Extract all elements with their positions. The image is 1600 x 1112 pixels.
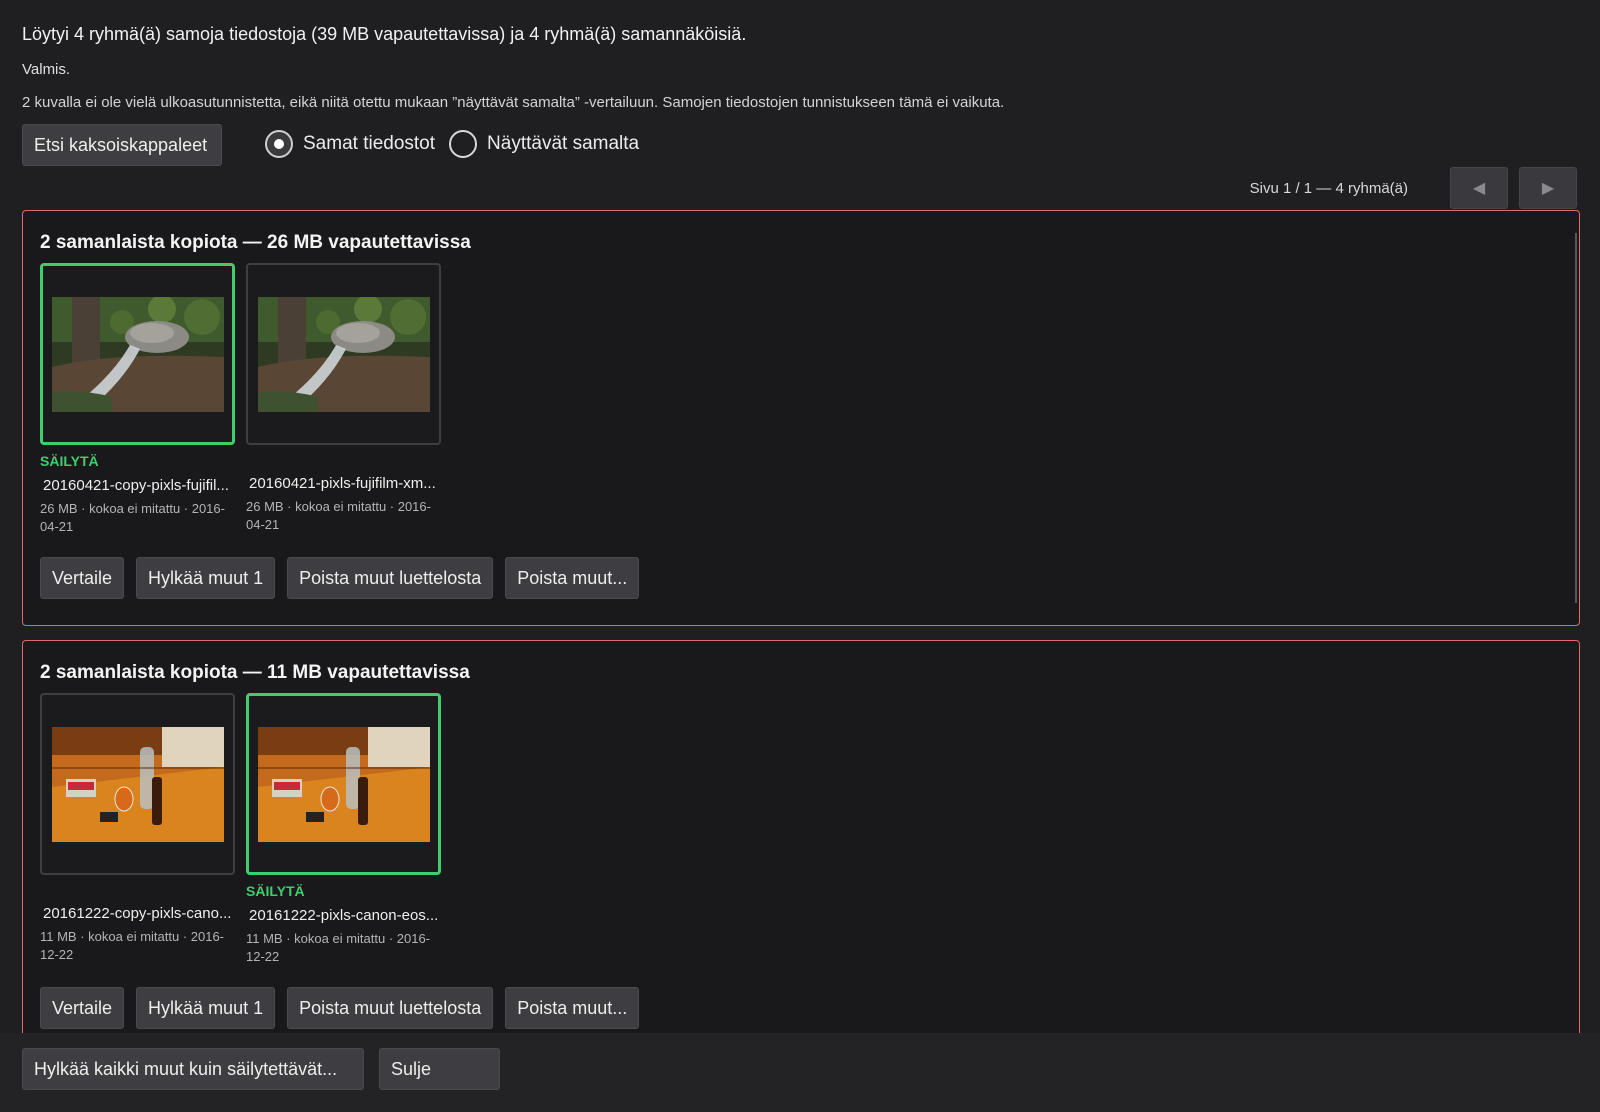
triangle-left-icon: ◀ xyxy=(1472,180,1486,197)
forest-waterfall-photo xyxy=(257,296,430,412)
file-card[interactable]: 20160421-pixls-fujifilm-xm... 26 MB · ko… xyxy=(246,263,441,534)
file-card[interactable]: SÄILYTÄ 20161222-pixls-canon-eos... 11 M… xyxy=(246,693,441,966)
group-actions: Vertaile Hylkää muut 1 Poista muut luett… xyxy=(40,987,640,1029)
reject-others-button[interactable]: Hylkää muut 1 xyxy=(136,987,276,1029)
status-text: Valmis. xyxy=(22,61,71,78)
file-meta: 11 MB · kokoa ei mitattu · 2016-12-22 xyxy=(246,931,431,964)
file-name: 20160421-copy-pixls-fujifil... xyxy=(43,477,229,494)
file-meta: 26 MB · kokoa ei mitattu · 2016-04-21 xyxy=(246,499,431,532)
mode-option-identical[interactable]: Samat tiedostot xyxy=(265,130,435,158)
table-bottles-photo xyxy=(257,726,430,842)
radio-button-checked[interactable] xyxy=(265,130,293,158)
triangle-right-icon: ▶ xyxy=(1541,180,1555,197)
mode-radio-group: Samat tiedostot Näyttävät samalta xyxy=(265,130,639,158)
mode-label-similar: Näyttävät samalta xyxy=(487,133,640,154)
pager-label: Sivu 1 / 1 — 4 ryhmä(ä) xyxy=(1249,180,1408,197)
compare-button[interactable]: Vertaile xyxy=(40,557,125,599)
mode-option-similar[interactable]: Näyttävät samalta xyxy=(449,130,639,158)
file-meta: 26 MB · kokoa ei mitattu · 2016-04-21 xyxy=(40,501,225,534)
thumbnail[interactable] xyxy=(40,263,235,445)
info-note: 2 kuvalla ei ole vielä ulkoasutunnistett… xyxy=(22,94,1005,111)
keep-label: SÄILYTÄ xyxy=(40,453,99,469)
keep-label: SÄILYTÄ xyxy=(246,883,305,899)
remove-others-from-list-button[interactable]: Poista muut luettelosta xyxy=(287,987,494,1029)
file-meta: 11 MB · kokoa ei mitattu · 2016-12-22 xyxy=(40,929,225,962)
delete-others-button[interactable]: Poista muut... xyxy=(505,987,640,1029)
group-title: 2 samanlaista kopiota — 26 MB vapautetta… xyxy=(40,232,471,253)
forest-waterfall-photo xyxy=(51,296,224,412)
reject-all-except-kept-button[interactable]: Hylkää kaikki muut kuin säilytettävät... xyxy=(22,1048,364,1090)
delete-others-button[interactable]: Poista muut... xyxy=(505,557,640,599)
group-title: 2 samanlaista kopiota — 11 MB vapautetta… xyxy=(40,662,470,683)
close-button[interactable]: Sulje xyxy=(379,1048,500,1090)
file-card[interactable]: 20161222-copy-pixls-cano... 11 MB · koko… xyxy=(40,693,235,964)
results-scroll-area[interactable]: 2 samanlaista kopiota — 26 MB vapautetta… xyxy=(22,210,1580,1033)
thumbnail[interactable] xyxy=(40,693,235,875)
mode-label-identical: Samat tiedostot xyxy=(303,133,436,154)
pager-prev-button[interactable]: ◀ xyxy=(1450,167,1508,209)
file-name: 20161222-copy-pixls-cano... xyxy=(43,905,232,922)
pager-next-button[interactable]: ▶ xyxy=(1519,167,1577,209)
summary-text: Löytyi 4 ryhmä(ä) samoja tiedostoja (39 … xyxy=(22,24,747,44)
compare-button[interactable]: Vertaile xyxy=(40,987,125,1029)
duplicate-group: 2 samanlaista kopiota — 11 MB vapautetta… xyxy=(22,640,1580,1033)
file-name: 20161222-pixls-canon-eos... xyxy=(249,907,439,924)
thumbnail[interactable] xyxy=(246,263,441,445)
file-card[interactable]: SÄILYTÄ 20160421-copy-pixls-fujifil... 2… xyxy=(40,263,235,536)
radio-button-unchecked[interactable] xyxy=(449,130,478,158)
scrollbar[interactable] xyxy=(1575,233,1577,603)
group-actions: Vertaile Hylkää muut 1 Poista muut luett… xyxy=(40,557,640,599)
thumbnail[interactable] xyxy=(246,693,441,875)
remove-others-from-list-button[interactable]: Poista muut luettelosta xyxy=(287,557,494,599)
table-bottles-photo xyxy=(51,726,224,842)
duplicate-group: 2 samanlaista kopiota — 26 MB vapautetta… xyxy=(22,210,1580,626)
find-duplicates-button[interactable]: Etsi kaksoiskappaleet xyxy=(22,124,222,166)
reject-others-button[interactable]: Hylkää muut 1 xyxy=(136,557,276,599)
file-name: 20160421-pixls-fujifilm-xm... xyxy=(249,475,436,492)
